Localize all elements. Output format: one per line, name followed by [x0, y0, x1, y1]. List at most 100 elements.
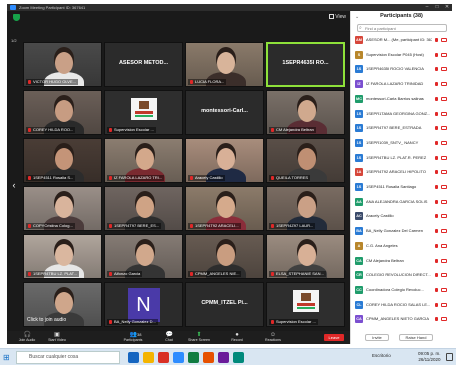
participant-face — [54, 52, 73, 74]
mic-muted-icon — [435, 52, 438, 57]
notification-icon[interactable] — [446, 353, 453, 361]
close-icon[interactable]: ✕ — [442, 4, 452, 11]
video-tile[interactable]: ELSA_STEPHANIE SAN... — [266, 234, 345, 279]
tile-name-text: Aracely Castillo — [195, 175, 223, 180]
video-tile[interactable]: 1SEPR4635I RO... — [266, 42, 345, 87]
video-off-icon — [441, 273, 447, 278]
video-tile[interactable]: IZ FAROLA LAZARO TRI... — [104, 138, 183, 183]
video-tile[interactable]: Supervision Escolar ... — [266, 282, 345, 327]
video-tile[interactable]: CPMM_ITZEL Pi... — [185, 282, 264, 327]
video-tile[interactable]: LUCIA FLORA... — [185, 42, 264, 87]
participant-row[interactable]: S Supervision Escolar P045 (Host) — [355, 50, 451, 60]
participant-name: ANA ALEJANDRA GARCIA SOLIS — [366, 198, 428, 204]
video-tile[interactable]: 1SEP4511 Rosalia S... — [23, 138, 102, 183]
participant-row[interactable]: 1S 1SEPR4T97 BERE_ESTRADA — [355, 123, 451, 133]
participant-row[interactable]: AC Aracely Castillo — [355, 211, 451, 221]
view-button[interactable]: View — [329, 14, 346, 21]
taskbar-app-icon[interactable] — [233, 352, 244, 363]
participant-row[interactable]: 1S 1SEPR1039_SNTV_ NANCY — [355, 138, 451, 148]
title-bar: Zoom Meeting Participant ID: 367641 – □ … — [7, 4, 452, 11]
participant-row[interactable]: MC montessori-Carla Barrios salinas — [355, 94, 451, 104]
share-screen-button[interactable]: ⬆ Share Screen — [183, 331, 215, 344]
participant-row[interactable]: CA CPMM_ANGELES NIETO GARCIA — [355, 314, 451, 324]
video-tile[interactable]: ASESOR METOD... — [104, 42, 183, 87]
participant-avatar: CR — [355, 271, 363, 280]
reactions-button[interactable]: ☺ Reactions — [257, 331, 289, 344]
maximize-icon[interactable]: □ — [432, 4, 442, 11]
participant-avatar: CA — [355, 315, 363, 324]
video-tile[interactable]: CPMM_ANGELES NIE... — [185, 234, 264, 279]
record-button[interactable]: ● Record — [221, 331, 253, 344]
video-tile[interactable]: COREY HILDA ROO... — [23, 90, 102, 135]
participant-face — [54, 148, 73, 170]
taskbar-app-icon[interactable] — [188, 352, 199, 363]
mic-muted-icon — [435, 317, 438, 322]
participant-row[interactable]: 1S 1SEPR1TAMA GEORGINA GONZ... — [355, 109, 451, 119]
taskbar-app-icon[interactable] — [143, 352, 154, 363]
leave-button[interactable]: Leave — [324, 334, 344, 341]
participant-avatar: 1S — [355, 124, 363, 133]
video-tile[interactable]: CM Alejandra Beltran — [266, 90, 345, 135]
taskbar-app-icon[interactable] — [128, 352, 139, 363]
participant-row[interactable]: CA CM Alejandra Beltran — [355, 256, 451, 266]
raise-hand-button[interactable]: Raise Hand — [399, 334, 433, 341]
taskbar-app-icon[interactable] — [158, 352, 169, 363]
click-to-join-audio[interactable]: Click to join audio — [27, 317, 66, 323]
start-video-button[interactable]: ▣ Start Video — [41, 331, 73, 344]
video-off-icon — [441, 52, 447, 57]
participant-row[interactable]: AA ANA ALEJANDRA GARCIA SOLIS — [355, 197, 451, 207]
tile-name-text: LUCIA FLORA... — [195, 79, 225, 84]
video-tile[interactable]: 1SEPR4T92 ARACELI... — [185, 186, 264, 231]
video-tile[interactable]: N BA_Nelly Gonzalez D... — [104, 282, 183, 327]
video-tile[interactable]: montessori-Carl... — [185, 90, 264, 135]
security-shield-icon[interactable] — [13, 14, 20, 21]
mic-muted-icon — [271, 175, 274, 180]
video-tile[interactable]: 1SEPR4Z97 LAUR... — [266, 186, 345, 231]
tray-desktop-label[interactable]: Escritorio — [372, 353, 391, 358]
video-tile[interactable]: 1SEPR4T97 BERE_ES... — [104, 186, 183, 231]
mic-muted-icon — [28, 271, 31, 276]
video-tile[interactable]: Supervision Escolar ... — [104, 90, 183, 135]
video-off-icon — [441, 199, 447, 204]
taskbar-app-icon[interactable] — [203, 352, 214, 363]
tile-display-name: ASESOR METOD... — [118, 60, 169, 67]
participant-row[interactable]: 1S 1SEPR4TBU LZ. PLAT.R. PEREZ — [355, 153, 451, 163]
video-tile[interactable]: VICTOR HUGO OLVE... — [23, 42, 102, 87]
invite-button[interactable]: Invite — [365, 334, 389, 341]
chevron-left-icon[interactable]: ‹ — [10, 178, 18, 192]
tile-name-label: Alfonzo Garcia — [107, 271, 143, 277]
video-off-icon — [441, 317, 447, 322]
video-tile[interactable]: Aracely Castillo — [185, 138, 264, 183]
find-participant-input[interactable] — [357, 24, 447, 32]
participants-button[interactable]: 👥 Participants 38 — [117, 331, 149, 344]
join-audio-button[interactable]: 🎧 Join Audio — [11, 331, 43, 344]
minimize-icon[interactable]: – — [422, 4, 432, 11]
participant-row[interactable]: AMASESOR M... (Me, participant ID: 36764… — [355, 35, 451, 45]
participant-row[interactable]: 1A 1SEPR4T92 ARACELI HIPOLITO — [355, 167, 451, 177]
participant-row[interactable]: 1S 1SEP4511 Rosalia Santiago — [355, 182, 451, 192]
tile-name-label: LUCIA FLORA... — [188, 79, 227, 85]
participant-avatar: 1S — [355, 138, 363, 147]
taskbar-app-icon[interactable] — [218, 352, 229, 363]
toolbar-label: Reactions — [265, 338, 281, 342]
participant-row[interactable]: CR COLEGIO REVOLUCION DIRECT... — [355, 270, 451, 280]
participant-row[interactable]: CL COREY HILDA ROCIO SALAS LE... — [355, 300, 451, 310]
video-tile[interactable]: 1SEPR4TBU LZ. PLAT... — [23, 234, 102, 279]
mic-muted-icon — [190, 175, 193, 180]
participant-row[interactable]: BA BA_Nelly Gonzalez Del Carmen — [355, 226, 451, 236]
participant-row[interactable]: 1S 1SEPR4635I ROCIO VALENCIA — [355, 64, 451, 74]
participant-row[interactable]: A C.G. Ana Angeles — [355, 241, 451, 251]
chat-button[interactable]: 💬 Chat — [153, 331, 185, 344]
taskbar-search-input[interactable]: Buscar cualquier cosa — [16, 351, 120, 364]
participant-row[interactable]: IZ IZ FAROLA LAZARO TRINIDAD — [355, 79, 451, 89]
participant-row[interactable]: CC Coordinadora Colegio Revoluc... — [355, 285, 451, 295]
participant-name: COREY HILDA ROCIO SALAS LE... — [366, 301, 431, 307]
taskbar-clock[interactable]: 09:05 p. m. 26/11/2020 — [418, 351, 441, 363]
windows-start-icon[interactable]: ⊞ — [3, 353, 12, 362]
participant-name: ASESOR M... (Me, participant ID: 367641) — [366, 37, 432, 42]
taskbar-app-icon[interactable] — [173, 352, 184, 363]
zoom-app-icon — [10, 5, 16, 10]
video-tile[interactable]: Alfonzo Garcia — [104, 234, 183, 279]
video-tile[interactable]: COPYCristina Colog... — [23, 186, 102, 231]
video-tile[interactable]: QUEILA TORRES — [266, 138, 345, 183]
